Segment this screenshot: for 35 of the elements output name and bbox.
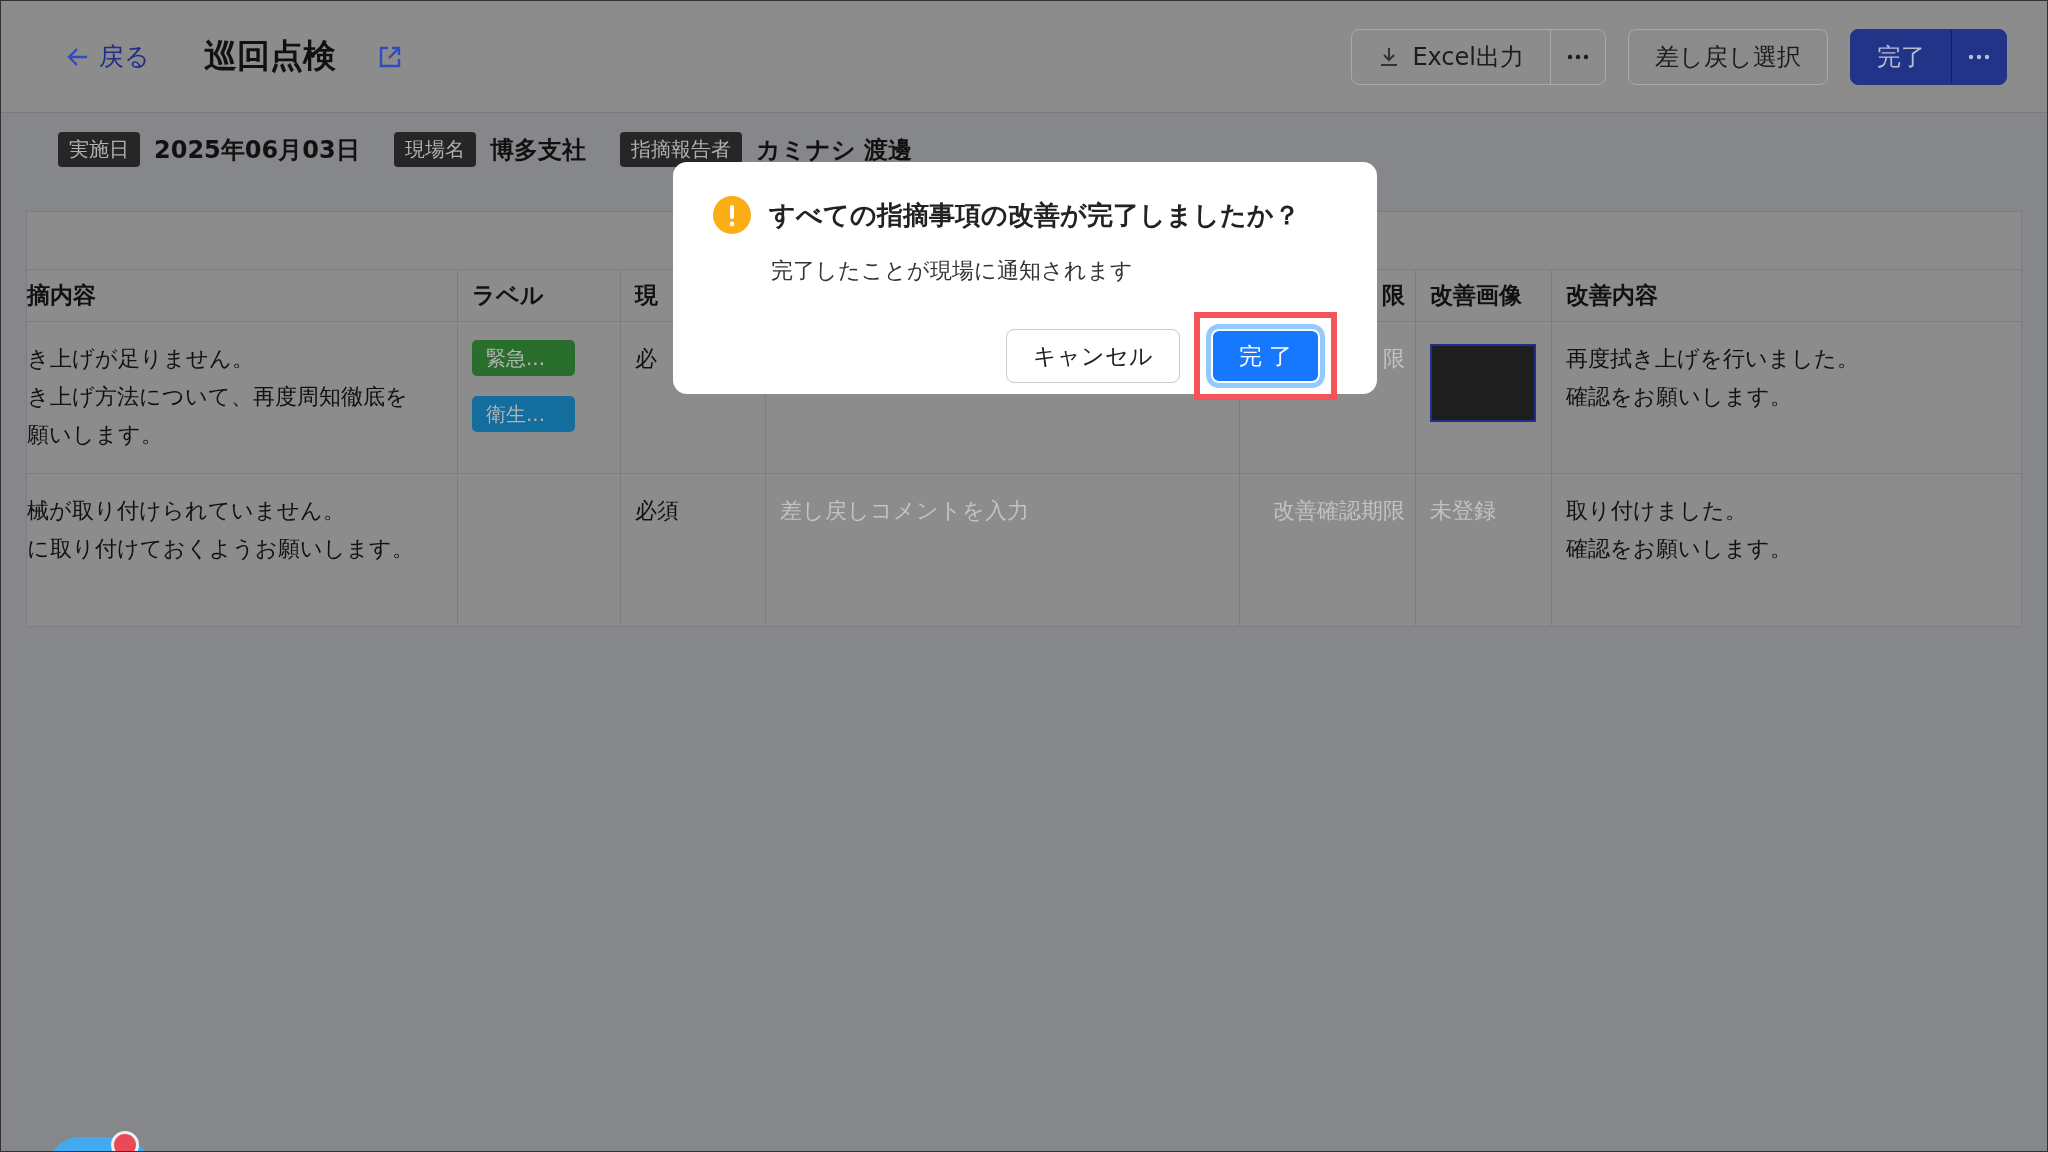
send-back-button[interactable]: 差し戻し選択 [1629,29,1827,84]
warning-icon [713,196,751,234]
column-header: 改善画像 [1416,270,1552,322]
cell-text: 必須 [635,497,679,525]
cell-text: 取り付けました。 [1566,497,1747,525]
cell-text: に取り付けておくようお願いします。 [27,535,414,563]
column-header: 摘内容 [27,270,458,322]
field-value: 2025年06月03日 [154,134,360,166]
column-header: 改善内容 [1552,270,2021,322]
label-tag: 衛生... [472,396,575,432]
cell-text: 確認をお願いします。 [1566,535,1792,563]
external-link-icon[interactable] [378,44,402,69]
cell-text: 確認をお願いします。 [1566,383,1792,411]
field-label: 実施日 [58,132,140,167]
dialog-title: すべての指摘事項の改善が完了しましたか？ [769,198,1300,232]
field-value: カミナシ 渡邊 [755,134,912,166]
page-title: 巡回点検 [204,35,336,77]
cell-text: き上げ方法について、再度周知徹底を [27,383,408,411]
notification-badge [111,1131,139,1151]
cell-text: き上げが足りません。 [27,345,254,373]
cell-text: 願いします。 [27,421,163,449]
cell-text: 械が取り付けられていません。 [27,497,345,525]
more-icon [1567,53,1589,60]
dialog-message: 完了したことが現場に通知されます [771,257,1134,285]
more-icon [1968,53,1990,60]
cell-text: 必 [635,345,657,373]
back-link[interactable]: 戻る [67,40,150,73]
field-value: 博多支社 [489,134,586,166]
back-arrow-icon [67,46,89,67]
field-label: 現場名 [393,132,476,167]
column-header: ラベル [458,270,621,322]
cancel-button[interactable]: キャンセル [1005,329,1180,383]
cell-text: 再度拭き上げを行いました。 [1566,345,1859,373]
label-tag: 緊急... [472,340,575,376]
field-label: 指摘報告者 [619,132,742,167]
